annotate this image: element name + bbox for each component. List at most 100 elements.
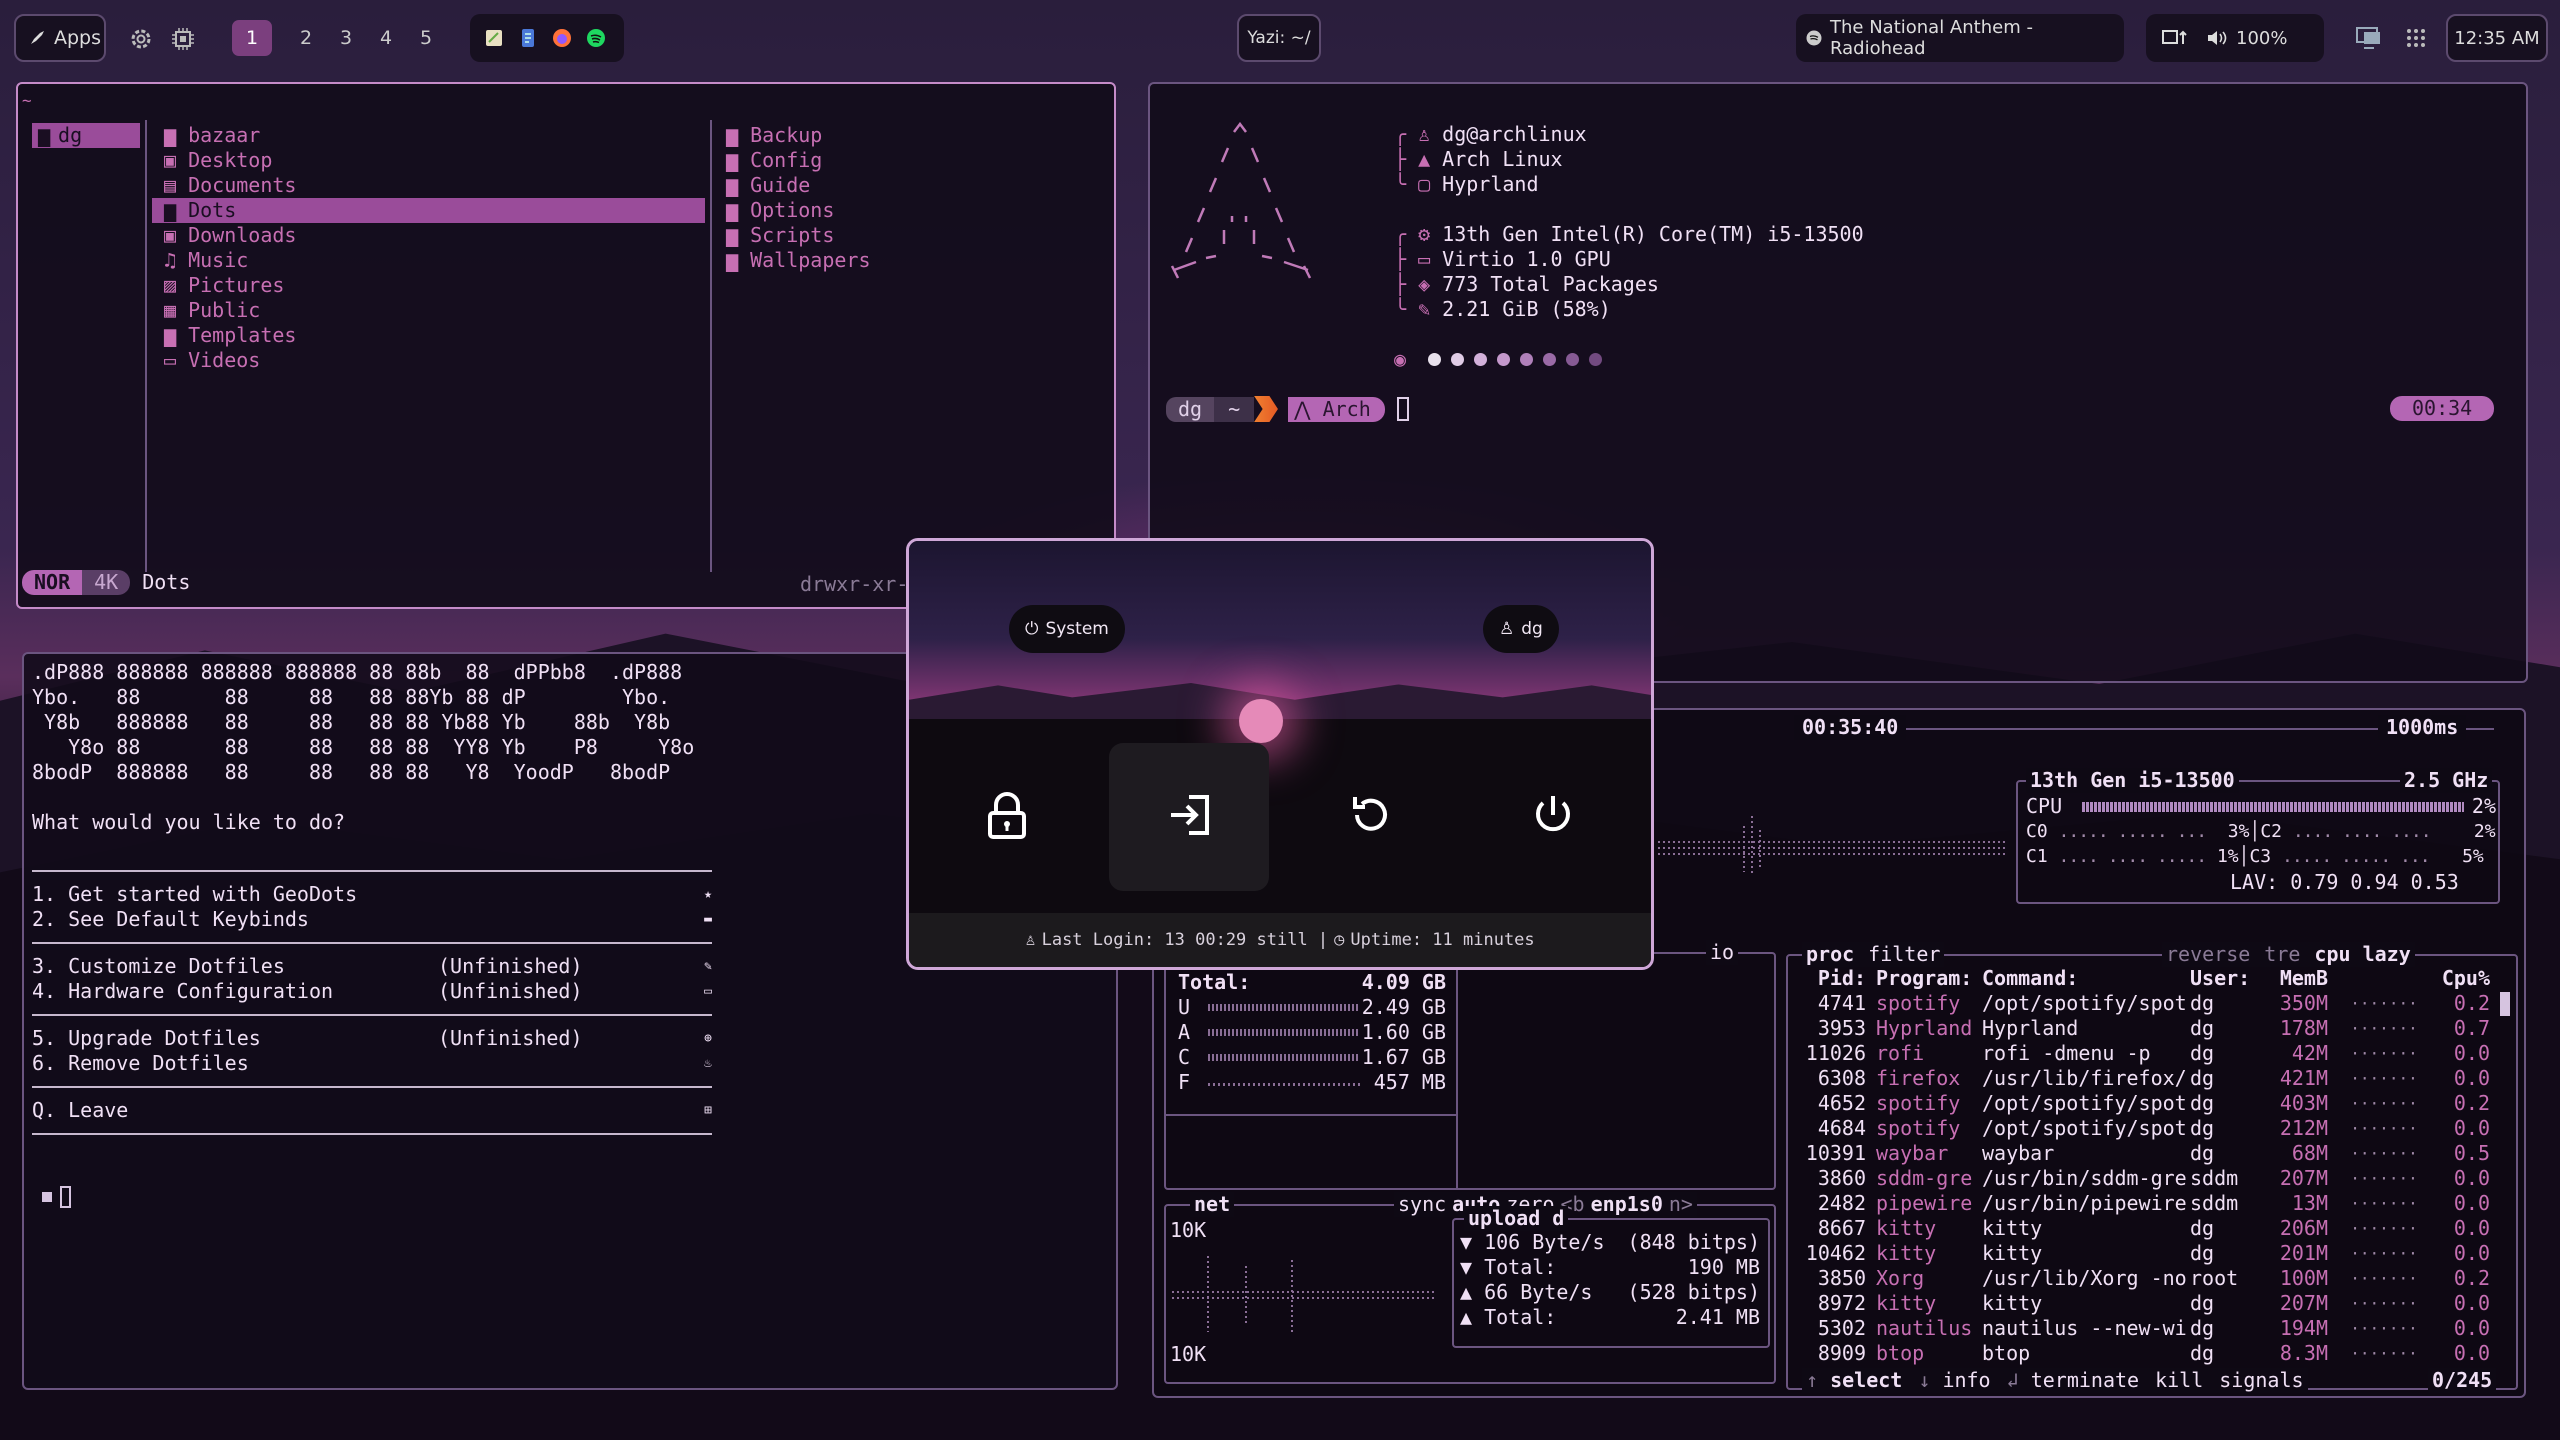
table-row[interactable]: 3860 sddm-gre/usr/bin/sddm-gre sddm 207M ···… — [1792, 1166, 2512, 1191]
rocket-icon — [28, 29, 46, 47]
net-next[interactable]: n> — [1669, 1192, 1693, 1217]
user-chip[interactable]: ♙ dg — [1483, 605, 1559, 653]
list-item[interactable]: ▆ Options — [726, 198, 871, 223]
spotify-icon[interactable] — [586, 28, 606, 48]
list-item[interactable]: ▤ Documents — [152, 173, 705, 198]
firefox-icon[interactable] — [552, 28, 572, 48]
volume-icon[interactable]: 100% — [2206, 28, 2287, 49]
list-item[interactable]: ▆ Scripts — [726, 223, 871, 248]
table-row[interactable]: 3953 Hyprland Hyprland dg 178M ······· 0.7 — [1792, 1016, 2512, 1041]
cell-cmd: nautilus --new-wi — [1982, 1316, 2187, 1340]
select-action[interactable]: ↑ select — [1806, 1368, 1902, 1393]
reverse-toggle[interactable]: reverse — [2166, 942, 2250, 967]
cell-user: dg — [2190, 1116, 2215, 1140]
list-item[interactable]: ▆ Guide — [726, 173, 871, 198]
list-item[interactable]: ▦ Public — [152, 298, 705, 323]
apps-button[interactable]: Apps — [14, 14, 106, 62]
list-item[interactable]: ▆ Templates — [152, 323, 705, 348]
tree-toggle[interactable]: tre — [2264, 942, 2300, 967]
workspace-1[interactable]: 1 — [232, 20, 272, 56]
yazi-window[interactable]: ~ ▆ dg ▆ bazaar ▣ Desktop ▤ Documents ▆ D… — [16, 82, 1116, 609]
list-item[interactable]: ▆ bazaar — [152, 123, 705, 148]
menu-item[interactable]: Q. Leave ⊞ — [32, 1098, 712, 1123]
workspace-5[interactable]: 5 — [406, 20, 446, 56]
restart-button[interactable] — [1291, 743, 1451, 891]
brush-icon: ✎ — [704, 959, 712, 974]
table-row[interactable]: 10391 waybar waybar dg 68M ······· 0.5 — [1792, 1141, 2512, 1166]
cell-cmd: /opt/spotify/spot — [1982, 1116, 2187, 1140]
proc-tab[interactable]: proc — [1806, 942, 1854, 967]
table-row[interactable]: 4741 spotify/opt/spotify/spot dg 350M ······… — [1792, 991, 2512, 1016]
mem-row: A 1.60 GB — [1178, 1020, 1446, 1044]
exit-icon: ⊞ — [704, 1103, 712, 1118]
table-row[interactable]: 4652 spotify/opt/spotify/spot dg 403M ······… — [1792, 1091, 2512, 1116]
table-row[interactable]: 2482 pipewire/usr/bin/pipewire sddm 13M ····… — [1792, 1191, 2512, 1216]
menu-item[interactable]: 2. See Default Keybinds ▬ — [32, 907, 712, 932]
list-item[interactable]: ▭ Videos — [152, 348, 705, 373]
net-sync[interactable]: sync — [1398, 1192, 1446, 1217]
list-item[interactable]: ♫ Music — [152, 248, 705, 273]
shell-prompt[interactable]: dg ~ ⋀ Arch — [1166, 396, 1409, 422]
scrollbar[interactable] — [2500, 992, 2510, 1016]
table-row[interactable]: 4684 spotify/opt/spotify/spot dg 212M ······… — [1792, 1116, 2512, 1141]
preview-list: ▆ Backup ▆ Config ▆ Guide ▆ Options ▆ Sc… — [726, 123, 871, 273]
table-row[interactable]: 8972 kitty kitty dg 207M ······· 0.0 — [1792, 1291, 2512, 1316]
signals-action[interactable]: signals — [2219, 1368, 2303, 1393]
document-app-icon[interactable] — [518, 28, 538, 48]
system-chip[interactable]: ⏻ System — [1009, 605, 1125, 653]
shutdown-button[interactable] — [1473, 743, 1633, 891]
menu-item[interactable]: 3. Customize Dotfiles (Unfinished) ✎ — [32, 954, 712, 979]
menu-item[interactable]: 6. Remove Dotfiles ♨ — [32, 1051, 712, 1076]
monitor-icon[interactable] — [2356, 26, 2382, 50]
cell-user: dg — [2190, 1241, 2215, 1265]
gear-icon[interactable] — [128, 26, 154, 52]
list-item[interactable]: ▆ Wallpapers — [726, 248, 871, 273]
cell-prog: pipewire — [1876, 1191, 1973, 1215]
cell-mem: 212M — [2279, 1116, 2328, 1140]
filter-tab[interactable]: filter — [1868, 942, 1940, 967]
table-row[interactable]: 10462 kitty kitty dg 201M ······· 0.0 — [1792, 1241, 2512, 1266]
logout-button[interactable] — [1109, 743, 1269, 891]
table-row[interactable]: 6308 firefox/usr/lib/firefox/dg 421M ······… — [1792, 1066, 2512, 1091]
list-item[interactable]: ▨ Pictures — [152, 273, 705, 298]
workspace-3[interactable]: 3 — [326, 20, 366, 56]
list-item[interactable]: ▣ Downloads — [152, 223, 705, 248]
workspace-2[interactable]: 2 — [286, 20, 326, 56]
lock-icon — [986, 791, 1028, 843]
parent-dir-selected[interactable]: ▆ dg — [32, 123, 140, 148]
grid-icon[interactable] — [2406, 28, 2426, 48]
table-row[interactable]: 5302 nautilus nautilus --new-wi dg 194M ·····… — [1792, 1316, 2512, 1341]
cell-user: dg — [2190, 991, 2215, 1015]
chip-icon[interactable] — [170, 26, 196, 52]
kill-action[interactable]: kill — [2155, 1368, 2203, 1393]
table-row[interactable]: 8667 kitty kitty dg 206M ······· 0.0 — [1792, 1216, 2512, 1241]
clipboard-icon[interactable] — [2162, 29, 2188, 47]
menu-item[interactable]: 4. Hardware Configuration (Unfinished) ▭ — [32, 979, 712, 1004]
net-row: ▲ Total: 2.41 MB — [1460, 1305, 1760, 1329]
media-widget[interactable]: The National Anthem - Radiohead — [1796, 14, 2124, 62]
cpu-icon: ╭ ⚙ — [1394, 222, 1431, 246]
menu-item[interactable]: 5. Upgrade Dotfiles (Unfinished) ⊕ — [32, 1026, 712, 1051]
btop-interval[interactable]: 1000ms — [2378, 715, 2467, 740]
window-icon: ╰ ▢ — [1394, 172, 1431, 196]
mem-box: io Total: 4.09 GB U 2.49 GB A 1.60 GB C 1.67… — [1164, 940, 1776, 1190]
list-item-selected[interactable]: ▆ Dots — [152, 198, 705, 223]
info-action[interactable]: ↓ info — [1918, 1368, 1990, 1393]
download-label: d — [1552, 1206, 1565, 1230]
table-row[interactable]: 11026 rofi rofi -dmenu -p dg 42M ······· 0.0 — [1792, 1041, 2512, 1066]
input-cursor[interactable] — [42, 1186, 71, 1208]
list-item[interactable]: ▣ Desktop — [152, 148, 705, 173]
workspace-4[interactable]: 4 — [366, 20, 406, 56]
lock-button[interactable] — [927, 743, 1087, 891]
sort-selector[interactable]: cpu lazy — [2314, 942, 2410, 967]
table-row[interactable]: 3850 Xorg/usr/lib/Xorg -no root 100M ·······… — [1792, 1266, 2512, 1291]
notes-app-icon[interactable] — [484, 28, 504, 48]
terminate-action[interactable]: ↲ terminate — [2007, 1368, 2139, 1393]
clock[interactable]: 12:35 AM — [2446, 14, 2548, 62]
power-menu[interactable]: ⏻ System ♙ dg ♙ Last Login: 13 00:29 still… — [906, 538, 1654, 970]
list-item[interactable]: ▆ Backup — [726, 123, 871, 148]
video-icon: ▭ — [164, 348, 177, 372]
list-item[interactable]: ▆ Config — [726, 148, 871, 173]
menu-item[interactable]: 1. Get started with GeoDots ★ — [32, 882, 712, 907]
table-row[interactable]: 8909 btop btop dg 8.3M ······· 0.0 — [1792, 1341, 2512, 1366]
